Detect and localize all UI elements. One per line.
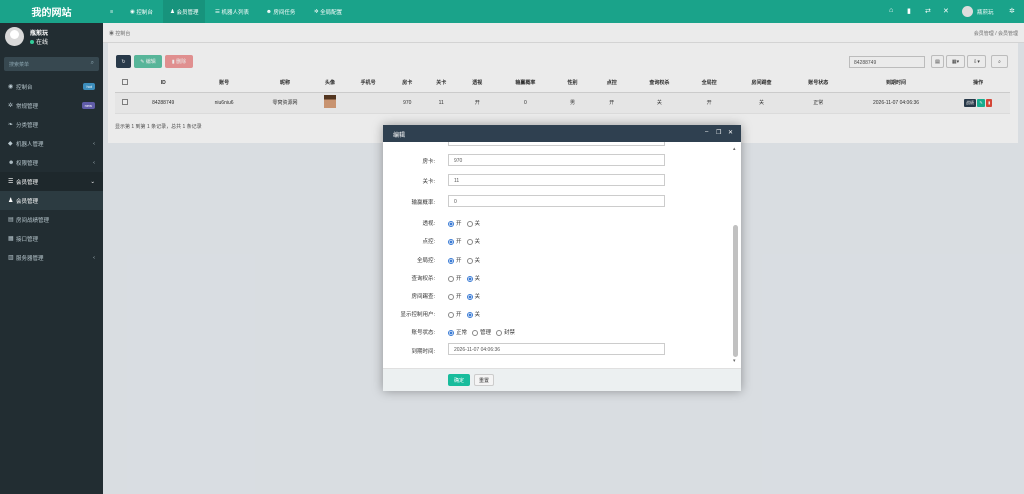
dashboard-icon: ◉: [8, 84, 14, 90]
scrollbar-thumb[interactable]: [733, 225, 738, 357]
leaf-icon: ❧: [8, 122, 14, 128]
account-status-label: 账号状态:: [411, 330, 435, 336]
chaxun-label: 查询权杀:: [411, 276, 435, 282]
chaxun-off-radio[interactable]: 关: [466, 274, 480, 282]
scroll-up-icon[interactable]: ▴: [733, 146, 736, 152]
sidebar-item-robot[interactable]: ◆ 机器人管理 ‹: [0, 134, 103, 153]
scroll-down-icon[interactable]: ▾: [733, 358, 736, 364]
fangjian-on-radio[interactable]: 开: [448, 292, 462, 300]
sidebar-item-api[interactable]: ▦ 接口管理: [0, 229, 103, 248]
expire-label: 到期时间:: [411, 349, 435, 355]
toushi-off-radio[interactable]: 关: [466, 219, 480, 227]
topnav-dashboard[interactable]: ◉ 控制台: [123, 0, 160, 23]
maximize-icon[interactable]: ❐: [716, 129, 721, 136]
confirm-button[interactable]: 确定: [448, 374, 470, 386]
topnav-robot-list[interactable]: ☰ 机器人列表: [208, 0, 256, 23]
book-icon: ▤: [8, 217, 14, 223]
menu-toggle-icon[interactable]: ≡: [103, 0, 120, 23]
home-icon[interactable]: ⌂: [889, 7, 893, 14]
toushi-radio-group: 开关: [448, 219, 480, 227]
sidebar-item-member[interactable]: ☰ 会员管理 ⌄: [0, 172, 103, 191]
sidebar-item-category[interactable]: ❧ 分类管理: [0, 115, 103, 134]
quanju-radio-group: 开关: [448, 256, 480, 264]
sidebar-item-member-manage[interactable]: ♟ 会员管理: [0, 191, 103, 210]
sidebar-item-general[interactable]: ✲ 常规管理 new: [0, 96, 103, 115]
fangka-label: 房卡:: [422, 159, 435, 165]
menu-search[interactable]: 搜索菜单 ⌕: [4, 57, 99, 71]
prob-label: 输赢概率:: [411, 200, 435, 206]
user-icon: ♟: [8, 198, 14, 204]
expire-input[interactable]: 2026-11-07 04:06:36: [448, 343, 665, 355]
prob-input[interactable]: 0: [448, 195, 665, 207]
sidebar-item-room-record[interactable]: ▤ 房间战绩管理: [0, 210, 103, 229]
top-avatar[interactable]: [962, 6, 973, 17]
user-avatar: [5, 27, 24, 46]
scrolled-field-edge: [448, 142, 665, 146]
diankong-label: 点控:: [422, 239, 435, 245]
show-control-radio-group: 开关: [448, 310, 480, 318]
trash-icon[interactable]: ▮: [907, 7, 911, 15]
dialog-footer: [383, 368, 741, 391]
toushi-label: 透视:: [422, 221, 435, 227]
sidebar-item-server[interactable]: ▥ 服务器管理 ‹: [0, 248, 103, 267]
settings-icon[interactable]: ✲: [1009, 7, 1015, 15]
dialog-title: 编辑: [393, 133, 406, 139]
chevron-left-icon: ‹: [93, 254, 95, 261]
fangjian-label: 房间踢查:: [411, 294, 435, 300]
language-icon[interactable]: ⇄: [925, 7, 931, 15]
dialog-header[interactable]: 编辑 – ❐ ✕: [383, 125, 741, 142]
close-icon[interactable]: ✕: [728, 129, 733, 136]
list-icon: ☰: [8, 179, 14, 185]
chaxun-on-radio[interactable]: 开: [448, 274, 462, 282]
chaxun-radio-group: 开关: [448, 274, 480, 282]
online-dot-icon: [30, 40, 34, 44]
diankong-on-radio[interactable]: 开: [448, 237, 462, 245]
search-icon: ⌕: [90, 60, 94, 66]
quanju-on-radio[interactable]: 开: [448, 256, 462, 264]
guanka-input[interactable]: 11: [448, 174, 665, 186]
diamond-icon: ◆: [8, 141, 13, 147]
chevron-left-icon: ‹: [93, 140, 95, 147]
topnav-member[interactable]: ♟ 会员管理: [163, 0, 206, 23]
sidebar-item-dashboard[interactable]: ◉ 控制台 hot: [0, 77, 103, 96]
sidebar-item-auth[interactable]: ☻ 权限管理 ‹: [0, 153, 103, 172]
fangka-input[interactable]: 970: [448, 154, 665, 166]
chevron-down-icon: ⌄: [90, 178, 95, 185]
guanka-label: 关卡:: [422, 179, 435, 185]
new-badge: new: [81, 102, 95, 109]
group-icon: ☻: [8, 159, 15, 166]
diankong-off-radio[interactable]: 关: [466, 237, 480, 245]
server-icon: ▥: [8, 255, 14, 261]
chevron-left-icon: ‹: [93, 159, 95, 166]
show-control-label: 显示控制用户:: [400, 312, 435, 318]
diankong-radio-group: 开关: [448, 237, 480, 245]
toushi-on-radio[interactable]: 开: [448, 219, 462, 227]
fangjian-off-radio[interactable]: 关: [466, 292, 480, 300]
hot-badge: hot: [83, 83, 95, 90]
top-user-name[interactable]: 瓶煎玩: [977, 8, 994, 16]
minimize-icon[interactable]: –: [705, 129, 708, 135]
fangjian-radio-group: 开关: [448, 292, 480, 300]
user-name: 瓶煎玩: [30, 31, 49, 37]
topnav-global-config[interactable]: ✲ 全局配置: [307, 0, 349, 23]
user-status: 在线: [30, 37, 48, 46]
reset-button[interactable]: 重置: [474, 374, 494, 386]
app-logo[interactable]: 我的网站: [0, 0, 103, 23]
cogs-icon: ✲: [8, 103, 14, 109]
status-normal-radio[interactable]: 正常: [448, 328, 467, 336]
fullscreen-icon[interactable]: ✕: [943, 7, 949, 15]
status-admin-radio[interactable]: 管理: [472, 328, 491, 336]
menu-search-placeholder: 搜索菜单: [9, 62, 30, 68]
quanju-off-radio[interactable]: 关: [466, 256, 480, 264]
quanju-label: 全局控:: [416, 258, 435, 264]
topnav-room-task[interactable]: ☻ 房间任务: [259, 0, 302, 23]
status-banned-radio[interactable]: 封禁: [496, 328, 515, 336]
grid-icon: ▦: [8, 236, 14, 242]
show-control-off-radio[interactable]: 关: [466, 310, 480, 318]
account-status-radio-group: 正常 管理 封禁: [448, 328, 515, 336]
group-icon: ☻: [266, 8, 274, 15]
show-control-on-radio[interactable]: 开: [448, 310, 462, 318]
